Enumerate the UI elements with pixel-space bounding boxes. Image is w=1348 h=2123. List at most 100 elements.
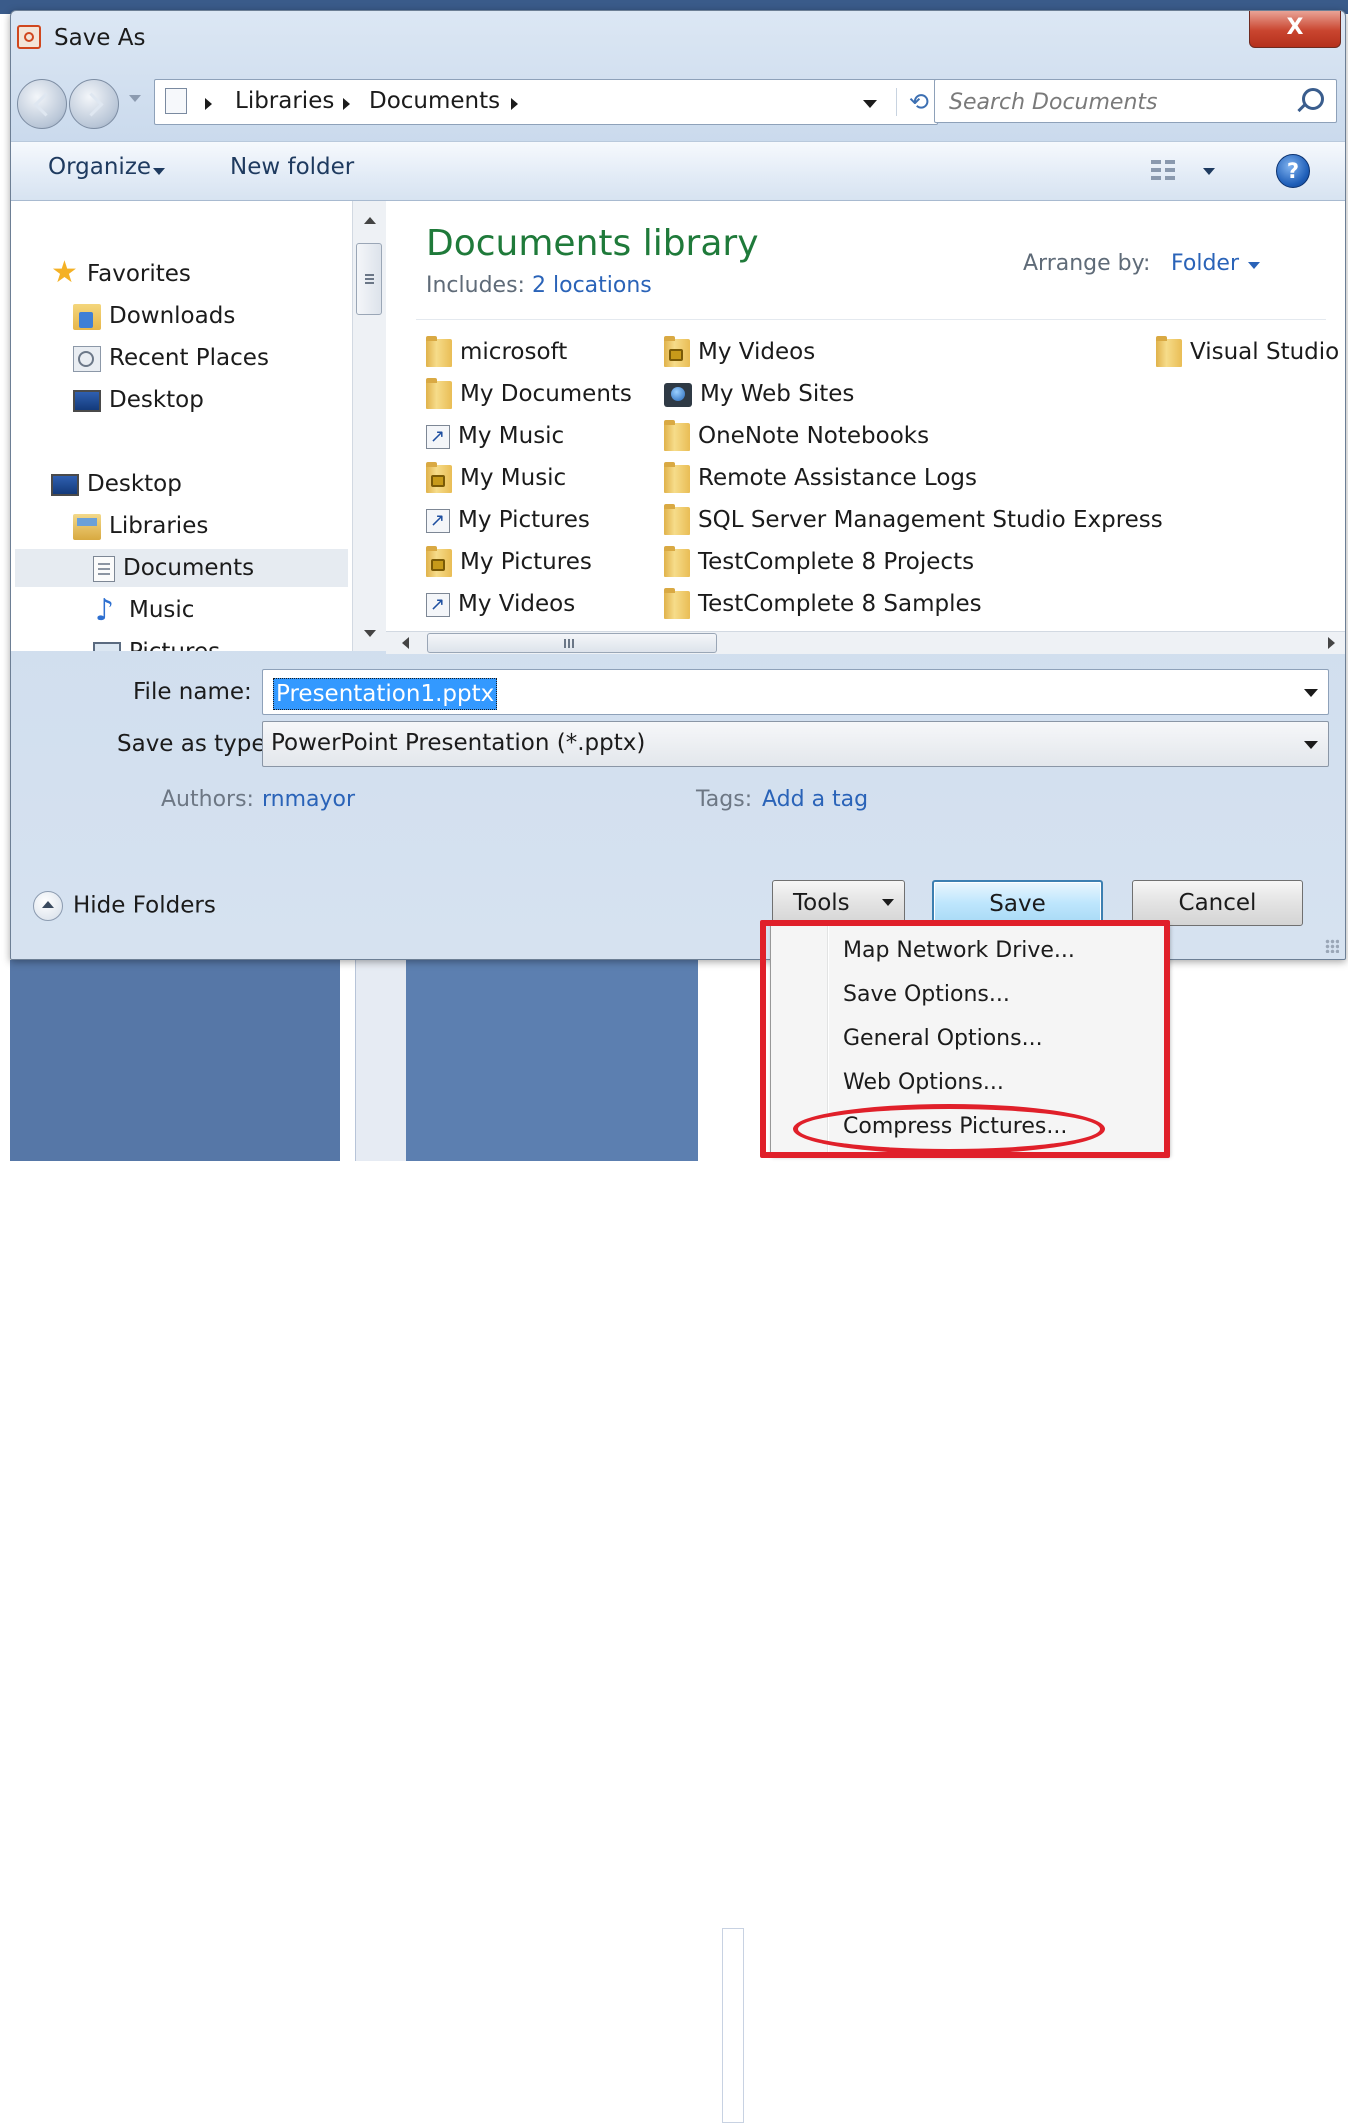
shortcut-icon	[426, 424, 450, 450]
arrange-by-label: Arrange by:	[1023, 251, 1151, 276]
nav-music[interactable]: Music	[93, 591, 194, 630]
nav-desktop-favorite[interactable]: Desktop	[73, 381, 204, 419]
background-slides-pane	[10, 960, 340, 1161]
search-input[interactable]	[947, 86, 1291, 118]
crumb-separator-icon[interactable]	[511, 98, 518, 110]
folder-icon	[426, 377, 452, 409]
scroll-down-icon[interactable]	[364, 630, 376, 637]
list-item[interactable]: My Web Sites	[664, 375, 854, 413]
save-as-type-value: PowerPoint Presentation (*.pptx)	[271, 730, 646, 756]
views-icon[interactable]	[1151, 158, 1177, 182]
downloads-folder-icon	[73, 303, 101, 330]
file-name-dropdown-icon[interactable]	[1304, 689, 1318, 697]
search-box[interactable]	[934, 79, 1337, 123]
list-item[interactable]: My Music	[426, 459, 566, 497]
hide-folders-button[interactable]: Hide Folders	[33, 891, 216, 921]
file-name-combobox[interactable]: Presentation1.pptx	[262, 669, 1329, 715]
save-as-type-dropdown-icon[interactable]	[1304, 741, 1318, 749]
web-sites-icon	[664, 382, 692, 407]
library-title: Documents library	[426, 223, 759, 264]
crumb-separator-icon[interactable]	[343, 98, 350, 110]
address-dropdown-icon[interactable]	[863, 100, 877, 108]
list-item[interactable]: microsoft	[426, 333, 567, 371]
scroll-thumb[interactable]	[356, 243, 382, 315]
tags-value[interactable]: Add a tag	[762, 787, 868, 812]
scroll-thumb[interactable]	[427, 633, 717, 653]
resize-grip[interactable]	[1325, 939, 1339, 953]
list-item[interactable]: Remote Assistance Logs	[664, 459, 977, 497]
file-name-label: File name:	[133, 679, 252, 705]
save-as-dialog: Save As X Libraries Documents ⟲ Organize…	[10, 10, 1346, 960]
list-item[interactable]: Visual Studio 2	[1156, 333, 1345, 371]
includes-label: Includes:	[426, 273, 525, 298]
nav-pictures[interactable]: Pictures	[93, 633, 220, 651]
close-button[interactable]: X	[1249, 11, 1341, 48]
refresh-icon[interactable]: ⟲	[895, 88, 929, 116]
header-divider	[416, 319, 1326, 320]
pictures-icon	[93, 641, 121, 651]
locked-folder-icon	[426, 545, 452, 577]
folder-icon	[426, 335, 452, 367]
back-button[interactable]	[17, 79, 67, 129]
documents-icon	[93, 555, 115, 582]
recent-locations-dropdown-icon[interactable]	[129, 95, 141, 102]
help-icon[interactable]: ?	[1276, 154, 1310, 188]
list-item[interactable]: OneNote Notebooks	[664, 417, 929, 455]
crumb-separator-icon[interactable]	[205, 98, 212, 110]
desktop-icon	[73, 389, 101, 412]
breadcrumb-documents[interactable]: Documents	[369, 88, 500, 114]
authors-value[interactable]: rnmayor	[262, 787, 355, 812]
list-item[interactable]: My Pictures	[426, 501, 590, 539]
background-ruler	[355, 960, 744, 2123]
navigation-pane: Favorites Downloads Recent Places Deskto…	[11, 201, 352, 651]
list-item[interactable]: My Music	[426, 417, 564, 455]
nav-documents[interactable]: Documents	[15, 549, 348, 587]
list-item[interactable]: TestComplete 8 Samples	[664, 585, 982, 623]
scroll-right-icon[interactable]	[1328, 637, 1335, 649]
background-slide	[406, 960, 698, 1161]
folder-icon	[1156, 335, 1182, 367]
libraries-icon	[73, 513, 101, 540]
scroll-up-icon[interactable]	[364, 217, 376, 224]
command-bar: Organize New folder ?	[11, 141, 1345, 201]
breadcrumb-libraries[interactable]: Libraries	[235, 88, 334, 114]
list-item[interactable]: TestComplete 8 Projects	[664, 543, 974, 581]
list-item[interactable]: SQL Server Management Studio Express	[664, 501, 1163, 539]
list-item[interactable]: My Videos	[426, 585, 575, 623]
views-caret-icon[interactable]	[1203, 168, 1215, 175]
nav-libraries[interactable]: Libraries	[73, 507, 208, 545]
title-bar: Save As X	[11, 11, 1345, 69]
nav-favorites[interactable]: Favorites	[51, 254, 191, 293]
file-list-horizontal-scrollbar[interactable]	[386, 631, 1345, 654]
authors-label: Authors:	[161, 787, 254, 812]
tags-label: Tags:	[696, 787, 753, 812]
music-icon	[93, 592, 121, 630]
save-as-type-select[interactable]: PowerPoint Presentation (*.pptx)	[262, 721, 1329, 767]
locations-link[interactable]: 2 locations	[532, 273, 652, 298]
arrange-by-dropdown[interactable]: Folder	[1171, 251, 1239, 276]
scroll-left-icon[interactable]	[402, 637, 409, 649]
recent-places-icon	[73, 345, 101, 372]
shortcut-icon	[426, 508, 450, 534]
organize-caret-icon[interactable]	[153, 168, 165, 175]
nav-desktop[interactable]: Desktop	[51, 465, 182, 503]
nav-recent-places[interactable]: Recent Places	[73, 339, 269, 377]
star-icon	[51, 254, 79, 292]
new-folder-button[interactable]: New folder	[230, 154, 354, 180]
organize-button[interactable]: Organize	[48, 154, 151, 180]
arrange-caret-icon[interactable]	[1248, 262, 1260, 269]
search-icon[interactable]	[1302, 88, 1324, 110]
file-name-input[interactable]: Presentation1.pptx	[273, 678, 498, 710]
nav-downloads[interactable]: Downloads	[73, 297, 235, 335]
list-item[interactable]: My Pictures	[426, 543, 592, 581]
list-item[interactable]: My Videos	[664, 333, 815, 371]
folder-icon	[664, 461, 690, 493]
forward-button[interactable]	[69, 79, 119, 129]
locked-folder-icon	[426, 461, 452, 493]
folder-icon	[664, 545, 690, 577]
address-bar[interactable]: Libraries Documents ⟲	[154, 79, 938, 125]
annotation-highlight-ellipse	[793, 1104, 1105, 1154]
chevron-up-icon	[33, 891, 63, 921]
nav-vertical-scrollbar[interactable]	[352, 201, 387, 651]
list-item[interactable]: My Documents	[426, 375, 632, 413]
